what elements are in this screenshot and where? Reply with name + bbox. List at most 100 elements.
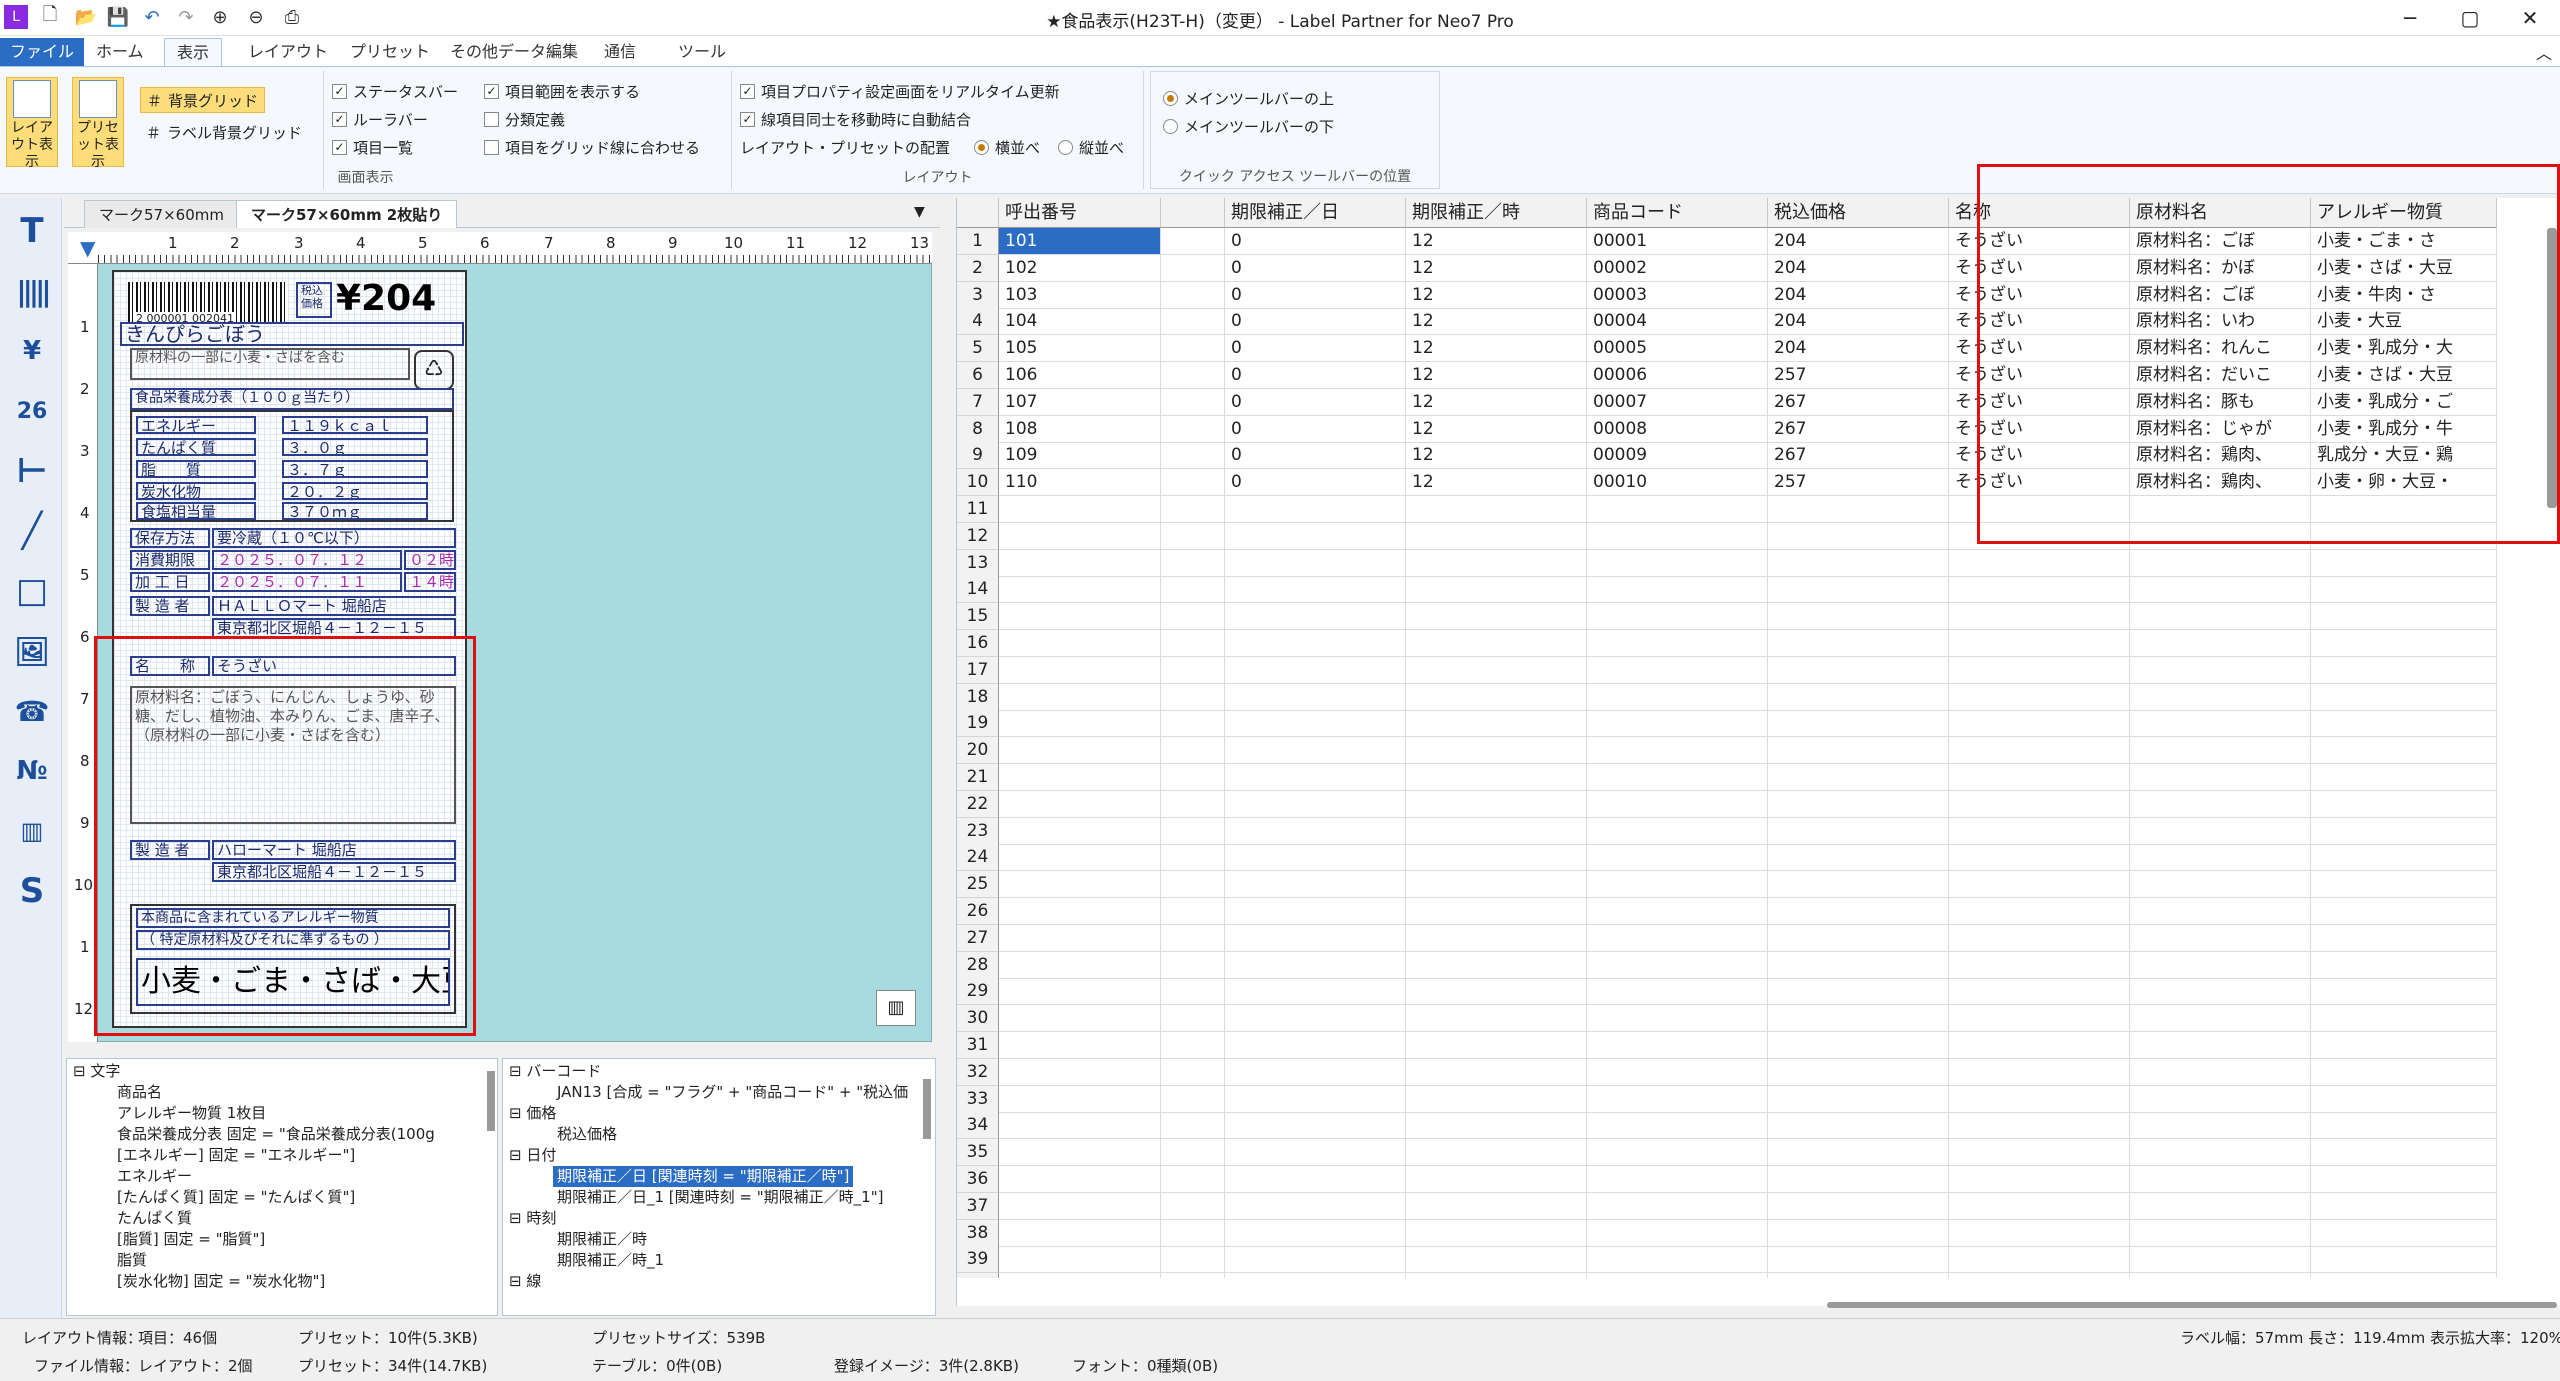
cell-price[interactable]	[1768, 630, 1949, 657]
cell-ingredients[interactable]	[2130, 1219, 2311, 1247]
cell-ingredients[interactable]	[2130, 1192, 2311, 1220]
cell-ingredients[interactable]	[2130, 871, 2311, 899]
cell-blank[interactable]	[1161, 978, 1225, 1006]
cell-ingredients[interactable]	[2130, 630, 2311, 657]
cell-expiry-day[interactable]	[1225, 817, 1406, 845]
cell-expiry-day[interactable]: 0	[1225, 335, 1406, 363]
cell-allergens[interactable]	[2311, 603, 2497, 631]
cell-expiry-day[interactable]	[1225, 924, 1406, 952]
cell-expiry-hour[interactable]	[1406, 1273, 1587, 1278]
nutrition-key[interactable]: エネルギー	[136, 416, 256, 434]
cell-ingredients[interactable]	[2130, 710, 2311, 738]
tab-view[interactable]: 表示	[164, 38, 223, 66]
col-header-blank[interactable]	[1161, 198, 1225, 228]
cell-name[interactable]	[1949, 1273, 2130, 1278]
ribbon-collapse-icon[interactable]: ︿	[2536, 40, 2552, 64]
tree-scrollbar[interactable]	[487, 1071, 495, 1131]
cell-expiry-day[interactable]	[1225, 656, 1406, 684]
tree-item[interactable]: 期限補正／日_1 [関連時刻 = "期限補正／時_1"]	[557, 1187, 883, 1208]
cell-name[interactable]	[1949, 1058, 2130, 1086]
cell-call-number[interactable]	[999, 1112, 1161, 1140]
cell-blank[interactable]	[1161, 844, 1225, 872]
tree-item[interactable]: エネルギー	[117, 1166, 192, 1187]
cell-call-number[interactable]	[999, 737, 1161, 765]
cell-ingredients[interactable]	[2130, 924, 2311, 952]
col-header-price[interactable]: 税込価格	[1768, 198, 1949, 228]
label-bg-grid-button[interactable]: ＃ ラベル背景グリッド	[140, 119, 308, 145]
cell-price[interactable]	[1768, 1192, 1949, 1220]
grid-corner[interactable]	[957, 198, 999, 228]
recycle-mark-icon[interactable]: ♺	[414, 350, 454, 390]
cell-ingredients[interactable]	[2130, 656, 2311, 684]
cell-blank[interactable]	[1161, 924, 1225, 952]
col-header-expiry-day[interactable]: 期限補正／日	[1225, 198, 1406, 228]
cell-blank[interactable]	[1161, 656, 1225, 684]
cell-expiry-hour[interactable]	[1406, 603, 1587, 631]
tab-tools[interactable]: ツール	[666, 38, 738, 66]
cell-price[interactable]	[1768, 549, 1949, 577]
cell-product-code[interactable]	[1587, 1058, 1768, 1086]
row-number[interactable]: 12	[957, 522, 999, 550]
cell-blank[interactable]	[1161, 549, 1225, 577]
cell-blank[interactable]	[1161, 710, 1225, 738]
cell-price[interactable]: 257	[1768, 469, 1949, 497]
text-tool-icon[interactable]: T	[6, 204, 58, 258]
cell-price[interactable]	[1768, 978, 1949, 1006]
cell-ingredients[interactable]	[2130, 1058, 2311, 1086]
cell-price[interactable]	[1768, 844, 1949, 872]
cell-call-number[interactable]	[999, 630, 1161, 657]
cell-expiry-day[interactable]	[1225, 898, 1406, 925]
cell-call-number[interactable]: 103	[999, 281, 1161, 309]
status-bar-checkbox[interactable]: ✓ ステータスバー	[332, 81, 458, 102]
cell-name[interactable]	[1949, 1005, 2130, 1033]
cell-allergens[interactable]	[2311, 1112, 2497, 1140]
cell-call-number[interactable]	[999, 1246, 1161, 1274]
cell-product-code[interactable]	[1587, 683, 1768, 711]
row-number[interactable]: 1	[957, 228, 999, 255]
cell-expiry-hour[interactable]: 12	[1406, 388, 1587, 416]
cell-product-code[interactable]	[1587, 1032, 1768, 1059]
cell-blank[interactable]	[1161, 790, 1225, 818]
cell-ingredients[interactable]	[2130, 1032, 2311, 1059]
cell-call-number[interactable]: 108	[999, 415, 1161, 443]
cell-expiry-hour[interactable]: 12	[1406, 415, 1587, 443]
cell-expiry-day[interactable]	[1225, 1166, 1406, 1193]
cell-price[interactable]	[1768, 1139, 1949, 1167]
cell-expiry-hour[interactable]: 12	[1406, 308, 1587, 336]
cell-blank[interactable]	[1161, 576, 1225, 604]
bg-grid-button[interactable]: ＃ 背景グリッド	[140, 87, 266, 113]
row-number[interactable]: 31	[957, 1032, 999, 1059]
cell-product-code[interactable]	[1587, 496, 1768, 523]
cell-allergens[interactable]	[2311, 790, 2497, 818]
row-number[interactable]: 29	[957, 978, 999, 1006]
cell-call-number[interactable]	[999, 710, 1161, 738]
cell-expiry-day[interactable]	[1225, 1192, 1406, 1220]
col-header-call-number[interactable]: 呼出番号	[999, 198, 1161, 228]
row-number[interactable]: 35	[957, 1139, 999, 1167]
cell-name[interactable]	[1949, 549, 2130, 577]
rectangle-tool-icon[interactable]: □	[6, 564, 58, 618]
cell-blank[interactable]	[1161, 871, 1225, 899]
cell-price[interactable]	[1768, 871, 1949, 899]
cell-blank[interactable]	[1161, 228, 1225, 255]
cell-name[interactable]	[1949, 764, 2130, 791]
cell-blank[interactable]	[1161, 737, 1225, 765]
cell-product-code[interactable]	[1587, 924, 1768, 952]
nutrition-key[interactable]: 食塩相当量	[136, 502, 256, 520]
made-key[interactable]: 加 工 日	[130, 572, 210, 592]
cell-product-code[interactable]	[1587, 630, 1768, 657]
cell-call-number[interactable]: 109	[999, 442, 1161, 470]
cell-expiry-hour[interactable]	[1406, 656, 1587, 684]
minimize-button[interactable]: ─	[2380, 0, 2440, 36]
cell-ingredients[interactable]	[2130, 1273, 2311, 1278]
cell-call-number[interactable]	[999, 951, 1161, 979]
cell-ingredients[interactable]	[2130, 1246, 2311, 1274]
cell-product-code[interactable]	[1587, 576, 1768, 604]
cell-name[interactable]	[1949, 1192, 2130, 1220]
tree-item[interactable]: 期限補正／時_1	[557, 1250, 664, 1271]
cell-name[interactable]	[1949, 656, 2130, 684]
cell-call-number[interactable]: 102	[999, 254, 1161, 282]
cell-blank[interactable]	[1161, 254, 1225, 282]
cell-blank[interactable]	[1161, 1032, 1225, 1059]
cell-blank[interactable]	[1161, 630, 1225, 657]
